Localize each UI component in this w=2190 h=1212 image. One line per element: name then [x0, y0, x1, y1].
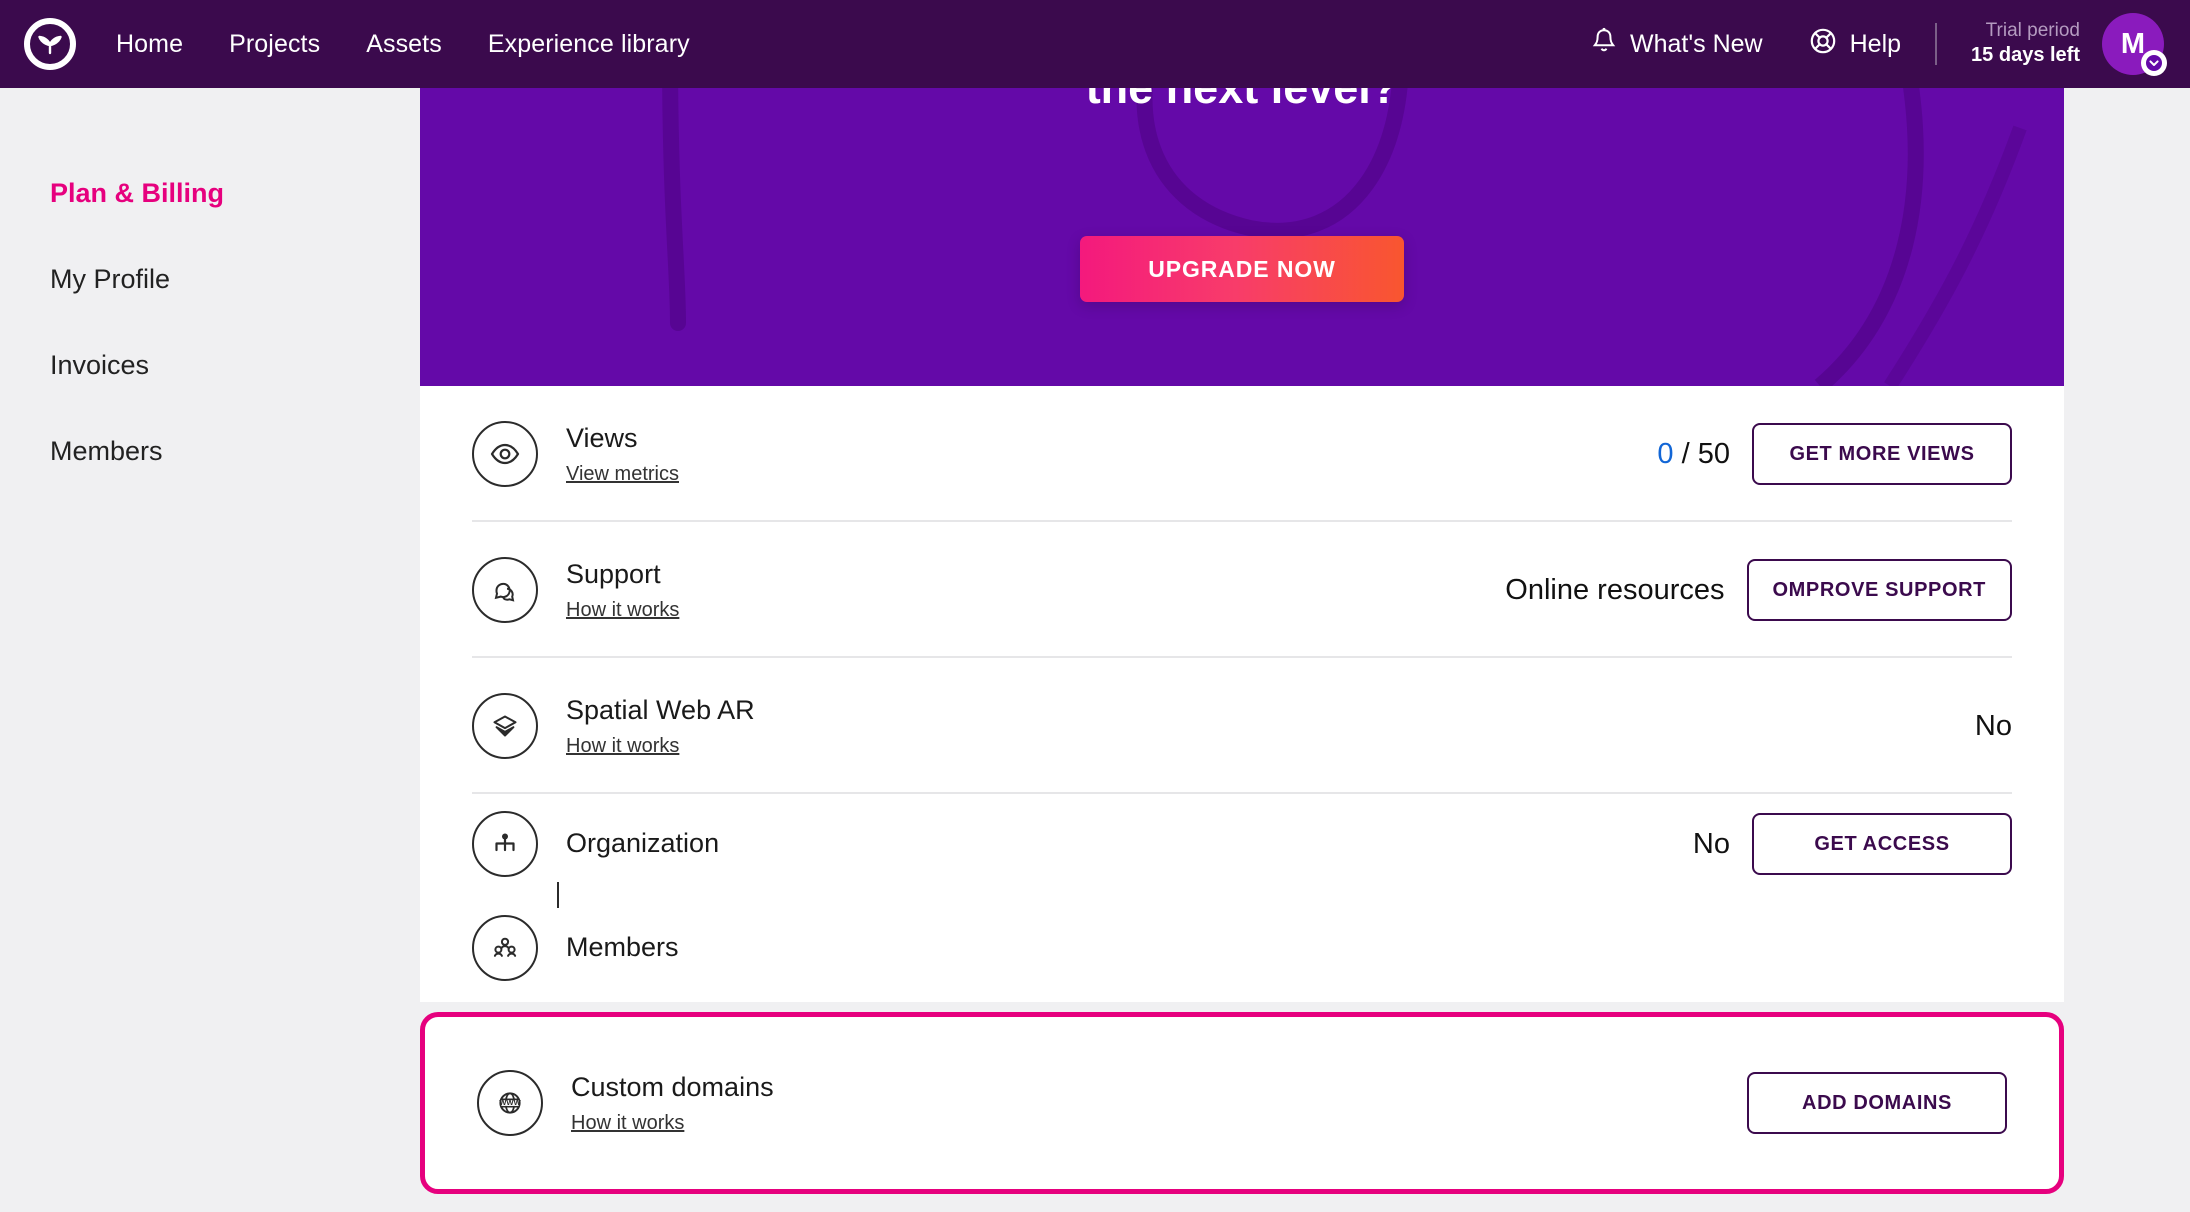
feature-row-actions: No GET ACCESS — [1693, 813, 2012, 875]
get-more-views-button[interactable]: GET MORE VIEWS — [1752, 423, 2012, 485]
how-it-works-link[interactable]: How it works — [566, 735, 679, 758]
support-value: Online resources — [1505, 573, 1725, 606]
layers-icon — [472, 693, 538, 759]
lifebuoy-icon — [1809, 27, 1837, 62]
feature-row-members: Members — [472, 894, 2012, 1002]
svg-text:WWW: WWW — [499, 1098, 521, 1107]
header-divider — [1935, 23, 1938, 65]
feature-title: Views — [566, 423, 638, 454]
feature-row-support: Support How it works Online resources OM… — [472, 522, 2012, 658]
feature-title: Custom domains — [571, 1072, 774, 1103]
views-limit: / 50 — [1673, 437, 1730, 470]
feature-row-actions: 0 / 50 GET MORE VIEWS — [1657, 423, 2012, 485]
sidebar-item-label: Members — [50, 435, 163, 466]
sidebar-item-label: Invoices — [50, 349, 150, 380]
feature-row-text: Spatial Web AR How it works — [566, 694, 755, 758]
sidebar-item-my-profile[interactable]: My Profile — [0, 236, 420, 322]
brand-logo-icon[interactable] — [22, 16, 78, 72]
banner-headline: the next level? — [420, 88, 2064, 114]
views-counter: 0 / 50 — [1657, 438, 1730, 471]
header-right-group: What's New Help Trial period 15 days lef… — [1591, 13, 2167, 76]
custom-domains-highlight: WWW Custom domains How it works ADD DOMA… — [420, 1012, 2064, 1194]
how-it-works-link[interactable]: How it works — [566, 599, 679, 622]
nav-item-home[interactable]: Home — [116, 30, 183, 59]
feature-row-custom-domains: WWW Custom domains How it works ADD DOMA… — [477, 1017, 2007, 1189]
upgrade-now-button[interactable]: UPGRADE NOW — [1080, 236, 1404, 302]
bell-icon — [1591, 27, 1617, 62]
org-chart-icon — [472, 811, 538, 877]
settings-sidebar: Plan & Billing My Profile Invoices Membe… — [0, 88, 420, 1212]
feature-row-text: Members — [566, 931, 679, 965]
sidebar-item-plan-billing[interactable]: Plan & Billing — [0, 150, 420, 236]
avatar[interactable]: M — [2102, 13, 2167, 76]
feature-row-actions: No — [1975, 710, 2012, 743]
plan-features-card: Views View metrics 0 / 50 GET MORE VIEWS… — [420, 386, 2064, 1002]
feature-row-text: Custom domains How it works — [571, 1071, 774, 1135]
upgrade-banner: the next level? UPGRADE NOW — [420, 88, 2064, 386]
feature-title: Support — [566, 559, 661, 590]
feature-row-actions: Online resources OMPROVE SUPPORT — [1505, 559, 2012, 621]
trial-label: Trial period — [1985, 20, 2080, 42]
eye-icon — [472, 421, 538, 487]
organization-value: No — [1692, 827, 1730, 860]
spatial-web-ar-value: No — [1974, 709, 2012, 742]
feature-row-organization: Organization No GET ACCESS — [472, 794, 2012, 908]
people-group-icon — [472, 915, 538, 981]
nav-item-projects[interactable]: Projects — [229, 30, 320, 59]
get-access-button[interactable]: GET ACCESS — [1752, 813, 2012, 875]
help-label: Help — [1849, 29, 1902, 58]
feature-row-actions: ADD DOMAINS — [1747, 1072, 2007, 1134]
help-button[interactable]: Help — [1809, 27, 1901, 62]
omprove-support-button[interactable]: OMPROVE SUPPORT — [1746, 559, 2012, 621]
feature-title: Organization — [566, 828, 720, 859]
chat-bubbles-icon — [472, 557, 538, 623]
add-domains-button[interactable]: ADD DOMAINS — [1747, 1072, 2007, 1134]
sidebar-item-invoices[interactable]: Invoices — [0, 322, 420, 408]
top-header: Home Projects Assets Experience library … — [0, 0, 2190, 88]
how-it-works-link[interactable]: How it works — [571, 1112, 684, 1135]
sidebar-item-members[interactable]: Members — [0, 408, 420, 494]
feature-row-text: Support How it works — [566, 558, 679, 622]
chevron-down-icon[interactable] — [2141, 50, 2167, 76]
globe-www-icon: WWW — [477, 1070, 543, 1136]
main-nav: Home Projects Assets Experience library — [116, 30, 690, 59]
trial-days-left: 15 days left — [1971, 44, 2080, 67]
whats-new-label: What's New — [1630, 29, 1763, 58]
feature-row-views: Views View metrics 0 / 50 GET MORE VIEWS — [472, 386, 2012, 522]
views-used: 0 — [1657, 437, 1674, 470]
feature-title: Spatial Web AR — [566, 695, 755, 726]
trial-status: Trial period 15 days left — [1971, 19, 2080, 69]
feature-title: Members — [566, 932, 679, 963]
main-content: the next level? UPGRADE NOW Views View m… — [420, 88, 2064, 1212]
feature-row-spatial-web-ar: Spatial Web AR How it works No — [472, 658, 2012, 794]
nav-item-experience-library[interactable]: Experience library — [488, 30, 690, 59]
feature-row-text: Views View metrics — [566, 422, 679, 486]
sidebar-item-label: Plan & Billing — [50, 177, 225, 208]
sidebar-item-label: My Profile — [50, 263, 171, 294]
nav-item-assets[interactable]: Assets — [366, 30, 442, 59]
feature-row-text: Organization — [566, 827, 719, 861]
whats-new-button[interactable]: What's New — [1591, 27, 1763, 62]
view-metrics-link[interactable]: View metrics — [566, 463, 679, 486]
